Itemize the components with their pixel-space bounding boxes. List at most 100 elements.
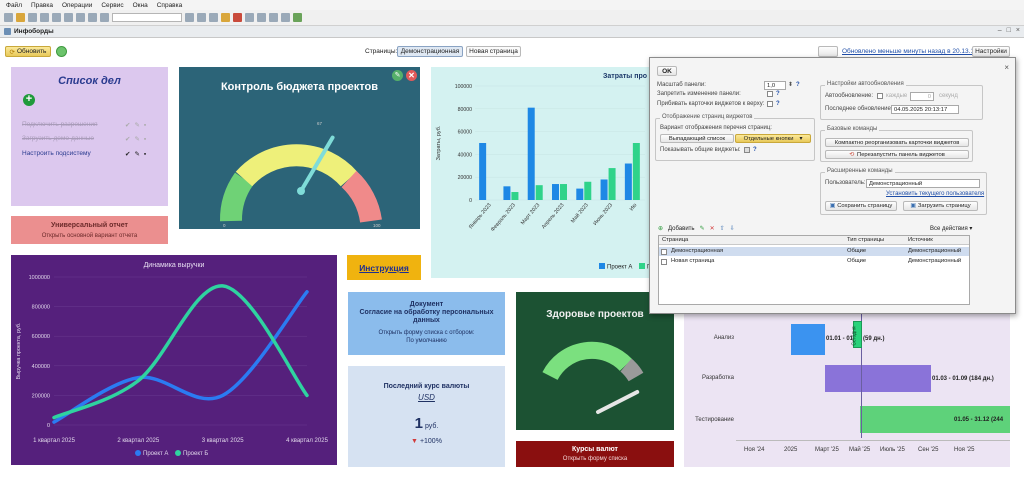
down-arrow-icon: ▼ <box>411 438 418 445</box>
table-header-page[interactable]: Страница <box>659 236 688 245</box>
variant-buttons-option[interactable]: Отдельные кнопки ▾ <box>735 134 811 143</box>
add-button[interactable]: Добавить <box>668 226 695 232</box>
calendar-icon[interactable] <box>233 13 242 22</box>
redo-icon[interactable] <box>100 13 109 22</box>
save-page-button[interactable]: ▣ Сохранить страницу <box>825 201 897 211</box>
menu-help[interactable]: Справка <box>157 2 183 9</box>
save-icon[interactable] <box>28 13 37 22</box>
gantt-bar-analysis[interactable] <box>791 324 825 355</box>
refresh-button[interactable]: ⟳ Обновить <box>5 46 51 57</box>
rate-currency-link[interactable]: USD <box>348 393 505 402</box>
tab-demo-page[interactable]: Демонстрационная <box>397 46 463 57</box>
todo-item-3[interactable]: Настроить подсистему <box>22 150 91 157</box>
display-group-title: Отображение страниц виджетов <box>660 114 755 120</box>
lock-checkbox[interactable] <box>767 91 773 97</box>
table-header-source[interactable]: Источник <box>905 236 933 245</box>
report-widget[interactable]: Универсальный отчет Открыть основной вар… <box>11 216 168 244</box>
move-up-icon[interactable]: ⇧ <box>720 225 725 232</box>
close-icon[interactable]: × <box>1016 27 1020 34</box>
consent-widget[interactable]: Документ Согласие на обработку персональ… <box>348 292 505 355</box>
instruction-widget[interactable]: Инструкция <box>347 255 421 280</box>
todo-item-1[interactable]: Подключить разрешения <box>22 121 98 128</box>
table-cell-source: Демонстрационный <box>908 248 962 254</box>
gantt-bar-development[interactable] <box>825 365 931 392</box>
delete-page-icon[interactable]: ✕ <box>710 225 715 232</box>
user-field[interactable]: Демонстрационный <box>866 179 980 188</box>
menu-file[interactable]: Файл <box>6 2 22 9</box>
history-icon[interactable] <box>221 13 230 22</box>
calculator-icon[interactable] <box>245 13 254 22</box>
menu-edit[interactable]: Правка <box>31 2 53 9</box>
todo-item-2-actions[interactable]: ✔✎▪ <box>125 135 150 143</box>
variant-dropdown-arrow-icon: ▾ <box>799 135 803 142</box>
last-updated-link[interactable]: Обновлено меньше минуты назад в 20.13.17 <box>842 48 978 55</box>
restore-icon[interactable]: □ <box>1007 27 1011 34</box>
paste-icon[interactable] <box>76 13 85 22</box>
row-checkbox[interactable] <box>661 259 667 265</box>
edit-page-icon[interactable]: ✎ <box>700 225 705 232</box>
add-icon[interactable]: ⊕ <box>658 225 663 232</box>
seconds-label: секунд <box>939 93 958 99</box>
menu-operations[interactable]: Операции <box>62 2 92 9</box>
undo-icon[interactable] <box>88 13 97 22</box>
memory-icon[interactable] <box>257 13 266 22</box>
menu-service[interactable]: Сервис <box>101 2 123 9</box>
scale-input[interactable]: 1,0 <box>764 81 786 90</box>
auto-update-checkbox[interactable] <box>877 93 883 99</box>
open-icon[interactable] <box>16 13 25 22</box>
copy-icon[interactable] <box>64 13 73 22</box>
stick-label: Прибивать карточки виджетов к верху: <box>657 101 765 107</box>
move-down-icon[interactable]: ⇩ <box>730 225 735 232</box>
todo-item-2[interactable]: Загрузить демо-данные <box>22 135 94 142</box>
compact-cards-button[interactable]: Компактно реорганизовать карточки виджет… <box>825 138 969 147</box>
restart-panel-button[interactable]: ⟲ Перезапустить панель виджетов <box>825 150 969 159</box>
memory-minus-icon[interactable] <box>281 13 290 22</box>
bar-project-a <box>624 163 632 200</box>
table-row[interactable]: Новая страница Общие Демонстрационный <box>659 257 969 266</box>
todo-item-3-actions[interactable]: ✔✎▪ <box>125 150 150 158</box>
row-checkbox[interactable] <box>661 249 667 255</box>
info-button[interactable] <box>818 46 838 57</box>
interval-input[interactable]: 0 <box>910 92 934 101</box>
ok-button[interactable]: OK <box>657 66 677 76</box>
print-icon[interactable] <box>40 13 49 22</box>
todo-item-1-actions[interactable]: ✔✎▪ <box>125 121 150 129</box>
help-icon[interactable] <box>293 13 302 22</box>
all-actions-menu[interactable]: Все действия ▾ <box>930 225 972 232</box>
common-checkbox[interactable] <box>744 147 750 153</box>
variant-dropdown-option[interactable]: Выпадающий список <box>660 134 734 143</box>
minimize-icon[interactable]: – <box>998 27 1002 34</box>
find-icon[interactable] <box>185 13 194 22</box>
stick-checkbox[interactable] <box>767 101 773 107</box>
bookmark-icon[interactable] <box>209 13 218 22</box>
bar-project-b <box>535 185 543 200</box>
scale-spin-icon[interactable]: ⬍ <box>788 81 793 88</box>
each-label: каждые <box>886 93 908 99</box>
menu-windows[interactable]: Окна <box>133 2 148 9</box>
fx-widget[interactable]: Курсы валют Открыть форму списка <box>516 441 674 467</box>
lock-help-icon[interactable]: ? <box>776 91 780 97</box>
find-next-icon[interactable] <box>197 13 206 22</box>
tab-new-page[interactable]: Новая страница <box>466 46 521 57</box>
stick-help-icon[interactable]: ? <box>776 101 780 107</box>
table-header-type[interactable]: Тип страницы <box>844 236 884 245</box>
variant-label: Вариант отображения перечня страниц: <box>660 125 772 131</box>
scale-help-icon[interactable]: ? <box>796 82 800 88</box>
memory-plus-icon[interactable] <box>269 13 278 22</box>
set-current-user-link[interactable]: Установить текущего пользователя <box>886 191 984 197</box>
pages-toolbar: ⊕ Добавить ✎ ✕ ⇧ ⇩ <box>658 225 735 233</box>
settings-round-icon[interactable] <box>56 46 67 57</box>
common-help-icon[interactable]: ? <box>753 147 757 153</box>
new-icon[interactable] <box>4 13 13 22</box>
dialog-close-icon[interactable]: × <box>1004 63 1009 72</box>
table-cell-source: Демонстрационный <box>908 258 962 264</box>
table-row[interactable]: Демонстрационная Общие Демонстрационный <box>659 247 969 256</box>
cut-icon[interactable] <box>52 13 61 22</box>
instruction-link[interactable]: Инструкция <box>359 263 409 273</box>
toolbar-search-input[interactable] <box>112 13 182 22</box>
load-page-button[interactable]: ▣ Загрузить страницу <box>903 201 978 211</box>
settings-button[interactable]: Настройки <box>972 46 1010 57</box>
gantt-x-tick-7: Ноя '25 <box>954 447 975 453</box>
add-todo-icon[interactable]: + <box>23 94 35 106</box>
bar-y-tick-label: 40000 <box>458 152 473 158</box>
